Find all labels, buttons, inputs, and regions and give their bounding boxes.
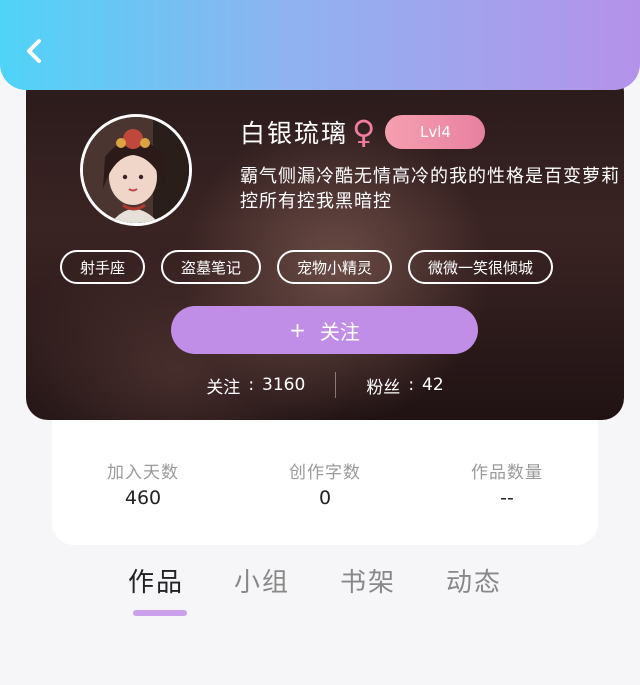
fans-stat[interactable]: 粉丝 : 42 [366, 373, 443, 398]
follow-stats: 关注 : 3160 粉丝 : 42 [26, 372, 624, 398]
female-icon: ♀ [352, 113, 376, 151]
level-badge: Lvl4 [385, 115, 486, 149]
stat-separator: : [248, 375, 255, 395]
fans-count: 42 [422, 375, 444, 395]
info-card: 加入天数 460 创作字数 0 作品数量 -- [52, 400, 598, 545]
tag-item[interactable]: 宠物小精灵 [277, 250, 393, 284]
plus-icon: + [289, 318, 306, 342]
following-count: 3160 [262, 375, 306, 395]
follow-label: 关注 [319, 319, 360, 344]
tab-activity[interactable]: 动态 [446, 562, 502, 599]
word-count-value: 0 [318, 487, 332, 509]
tag-item[interactable]: 盗墓笔记 [161, 250, 262, 284]
info-columns: 加入天数 460 创作字数 0 作品数量 -- [52, 458, 598, 509]
word-count-col: 创作字数 0 [234, 458, 416, 509]
avatar-image [83, 117, 189, 223]
works-count-value: -- [500, 487, 514, 509]
tab-groups[interactable]: 小组 [234, 562, 290, 599]
tag-item[interactable]: 微微一笑很倾城 [408, 250, 554, 284]
back-button[interactable] [18, 34, 50, 68]
works-count-label: 作品数量 [471, 463, 543, 483]
following-stat[interactable]: 关注 : 3160 [206, 373, 305, 398]
tag-item[interactable]: 射手座 [60, 250, 146, 284]
tag-list: 射手座 盗墓笔记 宠物小精灵 微微一笑很倾城 [60, 250, 554, 284]
joined-days-label: 加入天数 [107, 463, 179, 483]
top-header [0, 0, 640, 90]
avatar[interactable] [80, 114, 192, 226]
bio-text: 霸气侧漏冷酷无情高冷的我的性格是百变萝莉控所有控我黑暗控 [240, 166, 620, 212]
tab-bookshelf[interactable]: 书架 [340, 562, 396, 599]
content-tabs: 作品 小组 书架 动态 [128, 562, 502, 599]
stats-divider [335, 372, 337, 398]
joined-days-col: 加入天数 460 [52, 458, 234, 509]
profile-card: 白银琉璃 ♀ Lvl4 霸气侧漏冷酷无情高冷的我的性格是百变萝莉控所有控我黑暗控… [26, 70, 624, 420]
works-count-col: 作品数量 -- [416, 458, 598, 509]
fans-label: 粉丝 [366, 377, 401, 398]
stat-separator: : [408, 375, 415, 395]
word-count-label: 创作字数 [289, 463, 361, 483]
active-tab-indicator [133, 610, 187, 616]
follow-button[interactable]: + 关注 [171, 306, 478, 354]
joined-days-value: 460 [124, 487, 162, 509]
username: 白银琉璃 [240, 119, 349, 148]
chevron-left-icon [27, 39, 41, 63]
following-label: 关注 [206, 377, 241, 398]
tab-works[interactable]: 作品 [128, 562, 184, 599]
name-row: 白银琉璃 ♀ Lvl4 [240, 112, 486, 152]
